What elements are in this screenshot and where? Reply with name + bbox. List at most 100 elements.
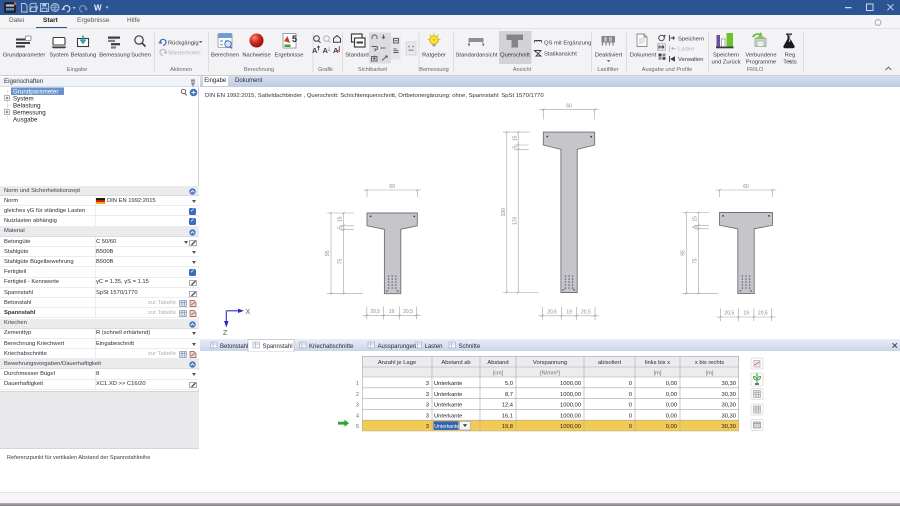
svg-text:15: 15 <box>693 216 699 222</box>
svg-text:[N/mm²]: [N/mm²] <box>540 371 560 377</box>
svg-text:1000,00: 1000,00 <box>560 413 581 419</box>
svg-text:[m]: [m] <box>706 371 714 377</box>
svg-text:Bemessung: Bemessung <box>99 53 130 59</box>
svg-text:20,5: 20,5 <box>581 310 591 316</box>
svg-text:FRILO: FRILO <box>747 67 764 73</box>
svg-text:19: 19 <box>743 311 749 317</box>
svg-text:Eingabe: Eingabe <box>67 67 88 73</box>
svg-text:30,30: 30,30 <box>721 403 736 409</box>
svg-text:Querschnitt: Querschnitt <box>500 53 530 59</box>
svg-text:5: 5 <box>512 146 518 149</box>
svg-text:3: 3 <box>426 403 429 409</box>
svg-text:Ansicht: Ansicht <box>513 67 532 73</box>
svg-text:15: 15 <box>512 136 518 142</box>
svg-text:A: A <box>323 46 329 55</box>
svg-text:5,0: 5,0 <box>505 381 513 387</box>
svg-text:Ausgabe und Profile: Ausgabe und Profile <box>642 67 692 73</box>
svg-text:3: 3 <box>426 392 429 398</box>
svg-text:5: 5 <box>338 226 344 229</box>
svg-text:Unterkante: Unterkante <box>434 392 462 398</box>
svg-text:75: 75 <box>693 258 699 264</box>
svg-text:Abstand ab: Abstand ab <box>441 360 470 366</box>
svg-text:Rückgängig: Rückgängig <box>168 41 199 47</box>
svg-text:12,4: 12,4 <box>502 403 514 409</box>
svg-text:60: 60 <box>566 103 572 109</box>
svg-text:Bemessung: Bemessung <box>419 67 449 73</box>
svg-text:Unterkante: Unterkante <box>434 381 462 387</box>
svg-text:QS mit Ergänzung: QS mit Ergänzung <box>544 41 591 47</box>
svg-text:abisoliert: abisoliert <box>598 360 622 366</box>
svg-text:Speichern: Speichern <box>678 37 704 43</box>
svg-text:Standardansicht: Standardansicht <box>456 53 498 59</box>
svg-text:Grundparameter: Grundparameter <box>3 53 46 59</box>
svg-text:Standard: Standard <box>345 53 369 59</box>
svg-text:Ratgeber: Ratgeber <box>422 53 446 59</box>
svg-text:0,00: 0,00 <box>666 392 677 398</box>
svg-text:Bemessung: Bemessung <box>13 110 46 117</box>
svg-text:Lastfilter: Lastfilter <box>597 67 618 73</box>
svg-text:20,5: 20,5 <box>758 311 768 317</box>
svg-text:60: 60 <box>389 184 395 190</box>
svg-text:0,00: 0,00 <box>666 424 677 430</box>
svg-text:Vorspannung: Vorspannung <box>533 360 567 366</box>
svg-text:190: 190 <box>501 208 507 217</box>
svg-text:Statikansicht: Statikansicht <box>544 52 577 58</box>
svg-text:Grafik: Grafik <box>318 67 333 73</box>
svg-text:Grundparameter: Grundparameter <box>13 89 58 96</box>
svg-text:15: 15 <box>338 216 344 222</box>
svg-text:Berechnung: Berechnung <box>244 67 274 73</box>
svg-text:System: System <box>49 53 68 59</box>
svg-text:X: X <box>246 309 251 316</box>
svg-text:Belastung: Belastung <box>71 53 97 59</box>
svg-text:links bis x: links bis x <box>645 360 670 366</box>
svg-text:Verbundene: Verbundene <box>745 53 776 59</box>
svg-text:[m]: [m] <box>654 371 662 377</box>
svg-text:1000,00: 1000,00 <box>560 403 581 409</box>
svg-text:Dokument: Dokument <box>630 53 657 59</box>
svg-text:30,30: 30,30 <box>721 413 736 419</box>
svg-text:20,5: 20,5 <box>547 310 557 316</box>
svg-text:16,1: 16,1 <box>502 413 513 419</box>
svg-text:8,7: 8,7 <box>505 392 513 398</box>
svg-text:30,30: 30,30 <box>721 392 736 398</box>
svg-text:Deaktiviert: Deaktiviert <box>595 53 623 59</box>
svg-text:Lasten: Lasten <box>425 344 443 350</box>
svg-text:20,5: 20,5 <box>724 311 734 317</box>
svg-text:95: 95 <box>325 250 331 256</box>
svg-text:30,30: 30,30 <box>721 381 736 387</box>
svg-text:0,00: 0,00 <box>666 413 677 419</box>
svg-text:0: 0 <box>629 403 632 409</box>
svg-text:Laden: Laden <box>678 47 694 53</box>
svg-text:Unterkante: Unterkante <box>434 424 459 430</box>
svg-text:1: 1 <box>356 381 359 387</box>
svg-text:Ausgabe: Ausgabe <box>13 117 38 124</box>
svg-text:1000,00: 1000,00 <box>560 424 581 430</box>
svg-text:Unterkante: Unterkante <box>434 403 462 409</box>
svg-text:0: 0 <box>629 413 632 419</box>
svg-text:W: W <box>94 4 102 13</box>
svg-text:Z: Z <box>223 330 228 337</box>
svg-text:Wiederholen: Wiederholen <box>168 51 201 57</box>
svg-text:Spannstahl: Spannstahl <box>263 344 293 350</box>
svg-text:Abstand: Abstand <box>487 360 508 366</box>
svg-text:95: 95 <box>681 250 687 256</box>
svg-text:Speichern: Speichern <box>713 53 739 59</box>
svg-text:0: 0 <box>629 424 632 430</box>
svg-text:60: 60 <box>743 184 749 190</box>
svg-text:3: 3 <box>356 403 359 409</box>
svg-text:170: 170 <box>512 217 518 226</box>
svg-text:Ergebnisse: Ergebnisse <box>274 53 303 59</box>
svg-text:Belastung: Belastung <box>13 103 41 110</box>
svg-text:Reg: Reg <box>785 53 796 59</box>
svg-text:[cm]: [cm] <box>493 371 504 377</box>
svg-text:und Zurück: und Zurück <box>712 60 741 66</box>
svg-text:0,00: 0,00 <box>666 403 677 409</box>
svg-text:5: 5 <box>292 34 297 44</box>
svg-text:Verwalten: Verwalten <box>678 57 703 63</box>
svg-text:Nachweise: Nachweise <box>242 53 270 59</box>
svg-text:30,30: 30,30 <box>721 424 736 430</box>
svg-text:1000,00: 1000,00 <box>560 381 581 387</box>
svg-text:Betonstahl: Betonstahl <box>220 344 248 350</box>
svg-text:3: 3 <box>426 381 429 387</box>
svg-text:19: 19 <box>566 310 572 316</box>
